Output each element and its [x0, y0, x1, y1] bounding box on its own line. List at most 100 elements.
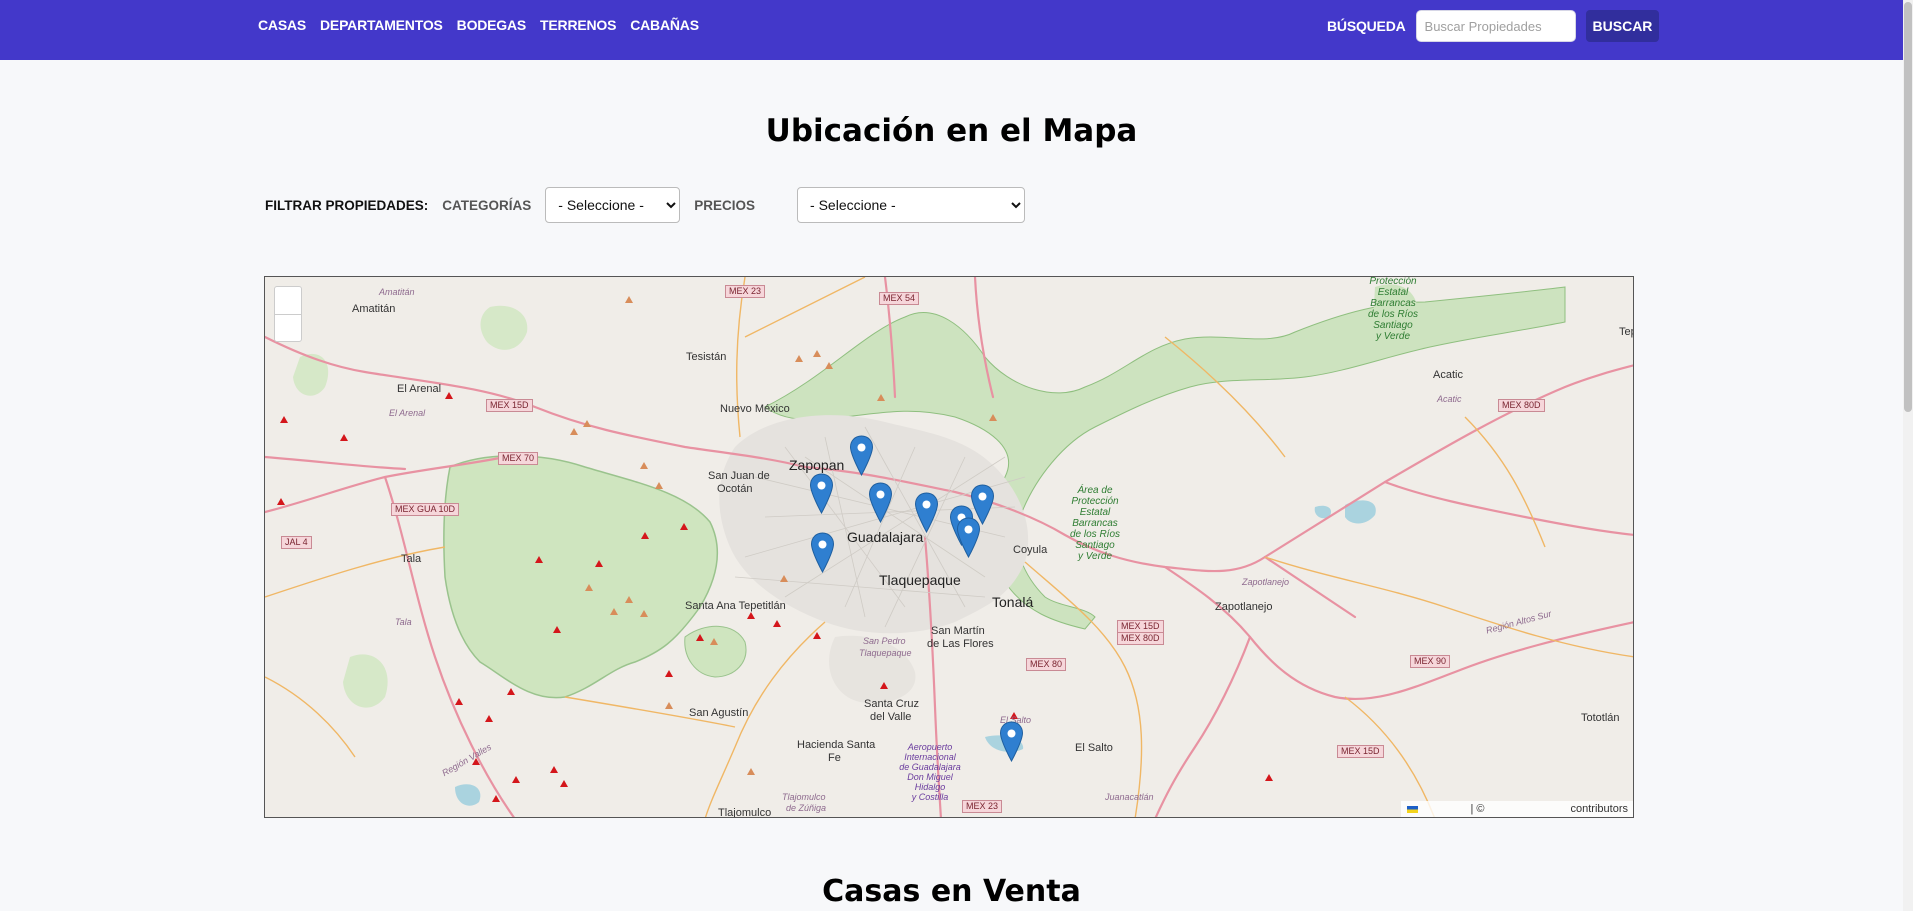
map-label-protected-area-1: Área de Protección Estatal Barrancas de …: [1065, 485, 1125, 562]
shield-mex23-bottom: MEX 23: [962, 800, 1003, 813]
nav-link-cabanas[interactable]: CABAÑAS: [630, 17, 699, 33]
price-select[interactable]: - Seleccione -: [797, 187, 1026, 223]
attribution-text: contributors: [1570, 803, 1628, 815]
map-label-amatitan: Amatitán: [352, 303, 396, 315]
park2-line-6: y Verde: [1375, 331, 1411, 342]
map-label-san-agustin: San Agustín: [689, 707, 749, 719]
map-marker-icon[interactable]: [849, 435, 874, 476]
map-label-san-martin: San Martín: [931, 625, 985, 637]
airport-line-6: y Costilla: [911, 792, 949, 802]
main-nav: CASAS DEPARTAMENTOS BODEGAS TERRENOS CAB…: [258, 17, 699, 33]
shield-mex15d-left: MEX 15D: [486, 399, 533, 412]
map-label-guadalajara: Guadalajara: [847, 529, 924, 545]
park1-line-4: Barrancas: [1072, 518, 1118, 529]
map-label-tala-small: Tala: [395, 617, 412, 627]
airport-line-1: Aeropuerto: [907, 742, 953, 752]
map-label-de-las-flores: de Las Flores: [927, 638, 994, 650]
map-label-zapotlanejo-small: Zapotlanejo: [1242, 577, 1290, 587]
nav-link-bodegas[interactable]: BODEGAS: [457, 17, 527, 33]
map-label-tlaquepaque: Tlaquepaque: [879, 572, 961, 588]
map-label-san-pedro: San Pedro: [863, 636, 906, 646]
airport-line-2: Internacional: [904, 752, 956, 762]
map-marker-icon[interactable]: [956, 517, 981, 558]
section-title: Casas en Venta: [822, 874, 1081, 909]
nav-link-departamentos[interactable]: DEPARTAMENTOS: [320, 17, 443, 33]
search-area: BÚSQUEDA BUSCAR: [1327, 10, 1660, 42]
park2-line-4: de los Ríos: [1367, 309, 1419, 320]
map-zoom-control: [274, 286, 302, 342]
park2-line-5: Santiago: [1373, 320, 1413, 331]
map-label-acatic: Acatic: [1433, 369, 1463, 381]
shield-mex90: MEX 90: [1410, 655, 1451, 668]
map-label-fe: Fe: [828, 752, 841, 764]
map-marker-icon[interactable]: [809, 473, 834, 514]
map-label-san-juan-de: San Juan de: [708, 470, 770, 482]
map-label-tlajomulco-small: Tlajomulco: [782, 792, 826, 802]
flag-icon: [1407, 805, 1419, 813]
map-label-hacienda-santa: Hacienda Santa: [797, 739, 876, 751]
park1-line-3: Estatal: [1079, 507, 1111, 518]
property-map[interactable]: Amatitán Amatitán Tesistán El Arenal El …: [264, 276, 1634, 818]
map-marker-icon[interactable]: [999, 721, 1024, 762]
shield-mex54: MEX 54: [879, 292, 920, 305]
map-attribution: | © contributors: [1401, 801, 1633, 817]
map-label-el-arenal: El Arenal: [397, 383, 442, 395]
shield-mex15d-right: MEX 15D: [1337, 745, 1384, 758]
park2-line-1: Protección: [1369, 276, 1417, 287]
map-marker-icon[interactable]: [914, 492, 939, 533]
airport-line-5: Hidalgo: [914, 782, 946, 792]
map-label-coyula: Coyula: [1013, 544, 1048, 556]
map-label-el-salto: El Salto: [1075, 742, 1113, 754]
map-label-tala: Tala: [401, 553, 422, 565]
map-basemap: [265, 277, 1633, 817]
park1-line-6: Santiago: [1075, 540, 1115, 551]
page-title: Ubicación en el Mapa: [765, 113, 1138, 149]
zoom-in-button[interactable]: [275, 287, 301, 314]
category-label: CATEGORÍAS: [442, 197, 532, 213]
nav-link-terrenos[interactable]: TERRENOS: [540, 17, 616, 33]
map-label-tesistan: Tesistán: [686, 351, 727, 363]
map-label-de-zuniga: de Zúñiga: [786, 803, 827, 813]
map-label-tep: Tep: [1619, 326, 1633, 338]
map-label-tototlan: Tototlán: [1581, 712, 1620, 724]
map-label-tlajomulco: Tlajomulco: [718, 807, 772, 818]
filter-label: FILTRAR PROPIEDADES:: [265, 197, 429, 213]
search-button[interactable]: BUSCAR: [1585, 10, 1660, 42]
search-label: BÚSQUEDA: [1327, 18, 1406, 34]
zoom-out-button[interactable]: [275, 314, 301, 341]
page-scrollbar[interactable]: [1903, 0, 1913, 911]
park1-line-2: Protección: [1071, 496, 1119, 507]
map-label-juanacatlan: Juanacatlán: [1105, 792, 1154, 802]
park2-line-2: Estatal: [1377, 287, 1409, 298]
filter-bar: FILTRAR PROPIEDADES: CATEGORÍAS - Selecc…: [265, 187, 1026, 223]
map-label-zapotlanejo: Zapotlanejo: [1215, 601, 1273, 613]
shield-mex80: MEX 80: [1026, 658, 1067, 671]
map-label-santa-cruz: Santa Cruz: [864, 698, 920, 710]
map-marker-icon[interactable]: [868, 482, 893, 523]
park1-line-7: y Verde: [1077, 551, 1113, 562]
scrollbar-thumb[interactable]: [1904, 2, 1912, 412]
airport-line-3: de Guadalajara: [899, 762, 961, 772]
park2-line-3: Barrancas: [1370, 298, 1416, 309]
map-label-amatitan-small: Amatitán: [379, 287, 415, 297]
map-label-zapopan: Zapopan: [789, 457, 845, 473]
search-input[interactable]: [1415, 10, 1576, 42]
shield-mex23-top: MEX 23: [725, 285, 766, 298]
price-label: PRECIOS: [694, 197, 756, 213]
top-navbar: CASAS DEPARTAMENTOS BODEGAS TERRENOS CAB…: [0, 0, 1903, 60]
shield-mex70: MEX 70: [498, 452, 539, 465]
shield-mexgua10d: MEX GUA 10D: [391, 503, 460, 516]
park1-line-1: Área de: [1077, 485, 1113, 496]
park1-line-5: de los Ríos: [1069, 529, 1121, 540]
map-label-airport: Aeropuerto Internacional de Guadalajara …: [895, 742, 965, 802]
shield-mex80d-mid: MEX 80D: [1117, 632, 1164, 645]
map-label-protected-area-2: Protección Estatal Barrancas de los Ríos…: [1361, 276, 1425, 342]
map-label-ocotan: Ocotán: [717, 483, 753, 495]
map-label-santa-ana: Santa Ana Tepetitlán: [685, 600, 786, 612]
airport-line-4: Don Miguel: [907, 772, 953, 782]
map-marker-icon[interactable]: [810, 532, 835, 573]
category-select[interactable]: - Seleccione -: [545, 187, 681, 223]
attribution-separator: | ©: [1470, 803, 1485, 815]
map-label-acatic-small: Acatic: [1437, 394, 1462, 404]
nav-link-casas[interactable]: CASAS: [258, 17, 306, 33]
